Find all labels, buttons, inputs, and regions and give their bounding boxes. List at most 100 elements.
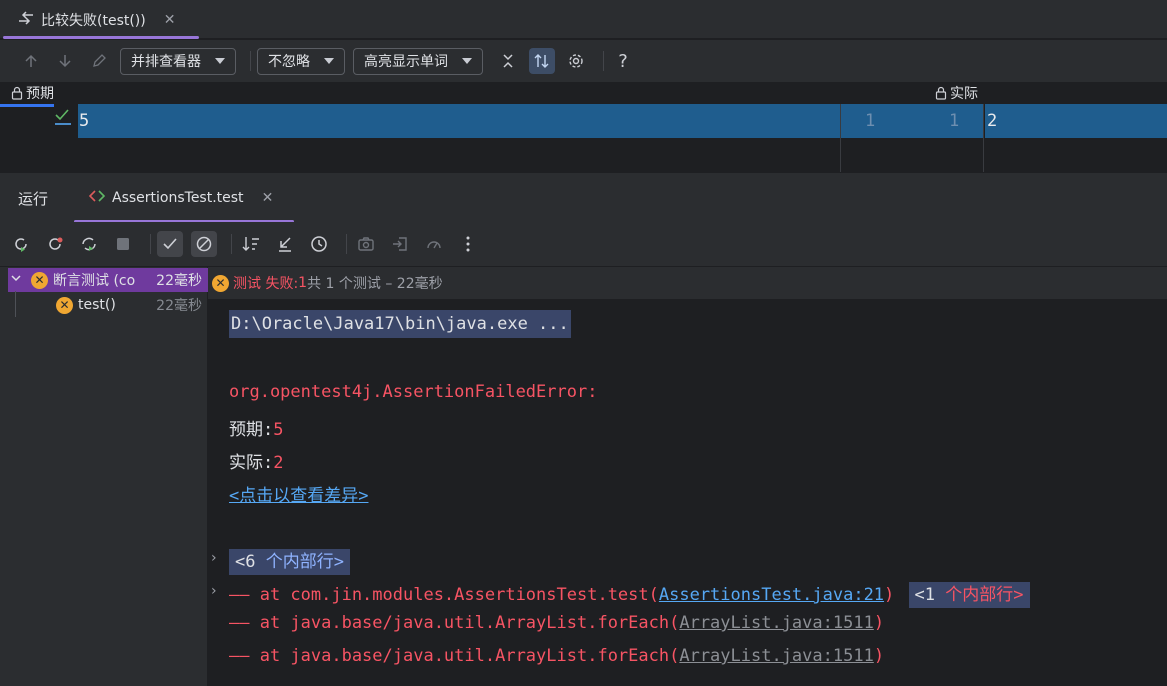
toolbar-separator bbox=[231, 234, 232, 254]
arrow-up-icon[interactable] bbox=[18, 48, 44, 74]
trace-suffix: ) bbox=[873, 613, 885, 633]
fold-region[interactable]: <1 个内部行> bbox=[908, 582, 1030, 608]
gutter-line-highlight bbox=[841, 104, 983, 138]
chevron-down-icon[interactable] bbox=[10, 272, 22, 288]
test-failed-icon: ✕ bbox=[212, 274, 229, 292]
run-panel-title: 运行 bbox=[18, 190, 49, 208]
editor-tab-bar: 比较失败(test()) ✕ bbox=[0, 0, 1167, 39]
trace-prefix: —— at java.base/java.util.ArrayList.forE… bbox=[229, 613, 680, 633]
tab-assertions-test[interactable]: AssertionsTest.test ✕ bbox=[74, 173, 294, 223]
actual-label: 实际 bbox=[950, 86, 978, 102]
test-tree: ✕ 断言测试 (co 22毫秒 ✕ test() 22毫秒 bbox=[0, 267, 208, 686]
caret-down-icon bbox=[324, 58, 334, 64]
toolbar-separator bbox=[150, 234, 151, 254]
show-ignored-toggle[interactable] bbox=[191, 231, 217, 257]
trace-link[interactable]: ArrayList.java:1511 bbox=[679, 613, 873, 633]
diff-viewer: 预期 实际 5 1 1 2 bbox=[0, 82, 1167, 172]
toolbar-separator bbox=[250, 51, 251, 71]
expected-label: 预期 bbox=[26, 86, 54, 102]
diff-link-line[interactable]: <点击以查看差异> bbox=[229, 481, 368, 506]
fold-text: 个内部行> bbox=[945, 585, 1024, 605]
toolbar-separator bbox=[346, 234, 347, 254]
highlight-dropdown[interactable]: 高亮显示单词 bbox=[353, 47, 483, 75]
actual-header: 实际 bbox=[934, 83, 978, 103]
expected-value: 5 bbox=[79, 111, 90, 131]
chevron-right-icon[interactable]: › bbox=[211, 550, 217, 566]
ignore-dropdown[interactable]: 不忽略 bbox=[257, 47, 345, 75]
diff-icon bbox=[17, 10, 35, 30]
actual-line: 实际:2 bbox=[229, 448, 284, 473]
actual-line-highlight bbox=[985, 104, 1167, 138]
arrow-down-icon[interactable] bbox=[52, 48, 78, 74]
expected-line-label: 预期: bbox=[229, 420, 274, 440]
trace-link[interactable]: ArrayList.java:1511 bbox=[679, 646, 873, 666]
java-command[interactable]: D:\Oracle\Java17\bin\java.exe ... bbox=[229, 310, 571, 338]
stop-icon[interactable] bbox=[110, 231, 136, 257]
camera-icon[interactable] bbox=[353, 231, 379, 257]
expected-pane[interactable]: 5 bbox=[0, 104, 840, 172]
stack-trace-1: —— at com.jin.modules.AssertionsTest.tes… bbox=[229, 580, 1030, 608]
active-tab-indicator bbox=[3, 36, 199, 39]
command-line[interactable]: D:\Oracle\Java17\bin\java.exe ... bbox=[229, 310, 571, 338]
close-icon[interactable]: ✕ bbox=[164, 12, 176, 28]
history-icon[interactable] bbox=[306, 231, 332, 257]
lock-icon bbox=[935, 86, 947, 100]
tree-item-label: test() bbox=[78, 297, 116, 313]
more-options-icon[interactable] bbox=[455, 231, 481, 257]
toolbar-separator bbox=[603, 51, 604, 71]
status-count: 1 bbox=[298, 275, 308, 291]
run-tab-label: AssertionsTest.test bbox=[112, 190, 244, 206]
collapse-icon[interactable] bbox=[495, 48, 521, 74]
rerun-icon[interactable] bbox=[8, 231, 34, 257]
import-icon[interactable] bbox=[387, 231, 413, 257]
stack-trace-3: —— at java.base/java.util.ArrayList.forE… bbox=[229, 646, 884, 666]
test-status-bar: ✕ 测试 失败: 1 共 1 个测试 – 22毫秒 bbox=[208, 267, 1167, 299]
tab-comparison-failed[interactable]: 比较失败(test()) ✕ bbox=[3, 0, 199, 39]
trace-prefix: —— at java.base/java.util.ArrayList.forE… bbox=[229, 646, 680, 666]
sort-icon[interactable] bbox=[238, 231, 264, 257]
change-marker bbox=[0, 104, 54, 107]
gear-icon[interactable] bbox=[563, 48, 589, 74]
check-icon[interactable] bbox=[54, 107, 72, 131]
help-button[interactable]: ? bbox=[610, 48, 636, 74]
rerun-failed-icon[interactable] bbox=[42, 231, 68, 257]
ignore-value: 不忽略 bbox=[268, 54, 310, 70]
rerun-auto-icon[interactable] bbox=[76, 231, 102, 257]
fold-line-1[interactable]: <6 个内部行> bbox=[229, 547, 350, 575]
tree-item-test[interactable]: ✕ test() 22毫秒 bbox=[8, 293, 208, 317]
right-line-number: 1 bbox=[949, 111, 960, 131]
lock-icon bbox=[11, 86, 23, 100]
error-line: org.opentest4j.AssertionFailedError: bbox=[229, 382, 598, 402]
diff-toolbar: 并排查看器 不忽略 高亮显示单词 ? bbox=[0, 40, 1167, 82]
caret-down-icon bbox=[462, 58, 472, 64]
viewer-dropdown[interactable]: 并排查看器 bbox=[120, 47, 236, 75]
status-summary: 共 1 个测试 – 22毫秒 bbox=[307, 276, 443, 292]
console-output[interactable]: ✕ 测试 失败: 1 共 1 个测试 – 22毫秒 D:\Oracle\Java… bbox=[208, 267, 1167, 686]
left-line-number: 1 bbox=[865, 111, 876, 131]
trace-prefix: —— at com.jin.modules.AssertionsTest.tes… bbox=[229, 585, 659, 605]
trace-link[interactable]: AssertionsTest.java:21 bbox=[659, 585, 884, 605]
trace-suffix: ) bbox=[884, 585, 895, 605]
actual-pane[interactable]: 2 bbox=[985, 104, 1167, 172]
tree-item-time: 22毫秒 bbox=[156, 273, 202, 289]
run-tool-window-header: 运行 AssertionsTest.test ✕ bbox=[0, 172, 1167, 223]
fold-region[interactable]: <6 个内部行> bbox=[229, 549, 350, 575]
show-passed-toggle[interactable] bbox=[157, 231, 183, 257]
close-icon[interactable]: ✕ bbox=[262, 190, 274, 206]
caret-down-icon bbox=[215, 58, 225, 64]
tree-item-label: 断言测试 (co bbox=[53, 273, 136, 289]
stack-trace-2: —— at java.base/java.util.ArrayList.forE… bbox=[229, 613, 884, 633]
highlight-value: 高亮显示单词 bbox=[364, 54, 448, 70]
fold-count: <6 bbox=[235, 552, 256, 572]
test-failed-icon: ✕ bbox=[56, 296, 73, 314]
pencil-icon[interactable] bbox=[86, 48, 112, 74]
coverage-icon[interactable] bbox=[421, 231, 447, 257]
status-label: 测试 失败: bbox=[233, 276, 299, 292]
chevron-right-icon[interactable]: › bbox=[211, 583, 217, 599]
tree-item-root[interactable]: ✕ 断言测试 (co 22毫秒 bbox=[8, 268, 208, 292]
actual-value: 2 bbox=[987, 111, 998, 131]
view-diff-link[interactable]: <点击以查看差异> bbox=[229, 486, 368, 506]
diff-gutter: 1 1 bbox=[840, 104, 984, 172]
sync-scroll-toggle[interactable] bbox=[529, 48, 555, 74]
collapse-all-icon[interactable] bbox=[272, 231, 298, 257]
